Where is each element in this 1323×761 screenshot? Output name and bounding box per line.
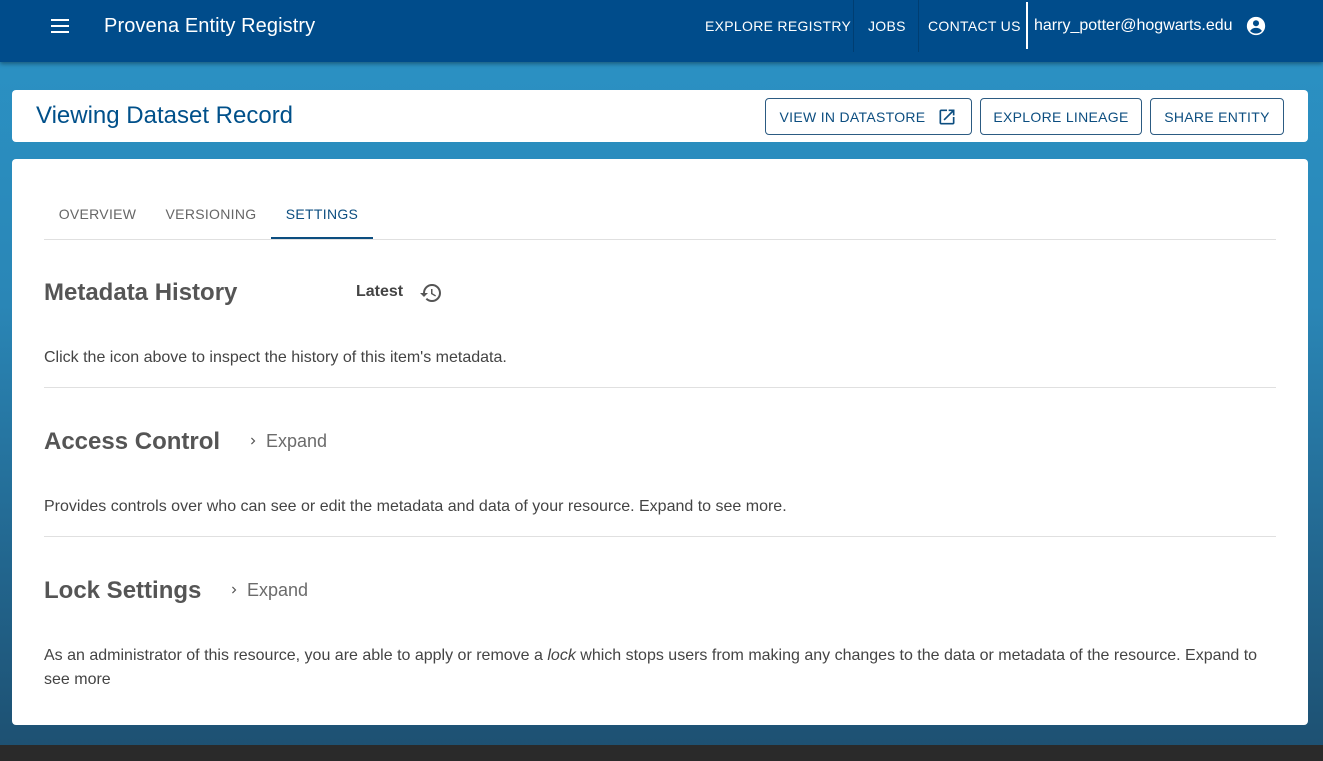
nav-explore-registry[interactable]: EXPLORE REGISTRY <box>705 0 851 52</box>
nav-contact-us[interactable]: CONTACT US <box>928 0 1021 52</box>
active-tab-indicator <box>271 237 373 239</box>
view-in-datastore-button[interactable]: VIEW IN DATASTORE <box>765 98 972 135</box>
metadata-history-description: Click the icon above to inspect the hist… <box>44 349 507 366</box>
lock-settings-expand-label: Expand <box>247 580 309 600</box>
lock-settings-description-start: As an administrator of this resource, yo… <box>44 647 548 664</box>
section-divider <box>44 536 1276 537</box>
tab-versioning[interactable]: VERSIONING <box>151 189 271 239</box>
app-bar: Provena Entity Registry EXPLORE REGISTRY… <box>0 0 1323 62</box>
open-in-new-icon <box>937 107 957 127</box>
metadata-history-title: Metadata History <box>44 279 238 306</box>
chevron-right-icon <box>251 437 256 445</box>
lock-settings-title: Lock Settings <box>44 577 202 604</box>
access-control-expand-button[interactable]: Expand <box>246 429 327 453</box>
view-in-datastore-label: VIEW IN DATASTORE <box>779 108 926 125</box>
lock-emphasis: lock <box>547 647 576 664</box>
nav-divider <box>853 0 854 52</box>
lock-settings-expand-button[interactable]: Expand <box>227 578 308 602</box>
page-header-card: Viewing Dataset Record VIEW IN DATASTORE… <box>12 90 1308 142</box>
share-entity-button[interactable]: SHARE ENTITY <box>1150 98 1284 135</box>
access-control-description: Provides controls over who can see or ed… <box>44 498 787 515</box>
lock-settings-description: As an administrator of this resource, yo… <box>44 644 1276 692</box>
tab-bar: OVERVIEW VERSIONING SETTINGS <box>44 189 1276 240</box>
history-icon[interactable] <box>419 281 443 305</box>
tab-settings[interactable]: SETTINGS <box>271 189 373 239</box>
menu-icon[interactable] <box>44 13 76 41</box>
metadata-version-label: Latest <box>356 283 404 300</box>
nav-jobs[interactable]: JOBS <box>868 0 906 52</box>
user-email[interactable]: harry_potter@hogwarts.edu <box>1034 16 1233 36</box>
main-content-card: OVERVIEW VERSIONING SETTINGS Metadata Hi… <box>12 159 1308 725</box>
nav-divider <box>918 0 919 52</box>
access-control-title: Access Control <box>44 428 221 455</box>
nav-divider <box>1026 2 1028 49</box>
page-title: Viewing Dataset Record <box>36 102 294 129</box>
app-title[interactable]: Provena Entity Registry <box>104 14 315 38</box>
account-circle-icon[interactable] <box>1245 15 1267 37</box>
section-divider <box>44 387 1276 388</box>
access-control-expand-label: Expand <box>266 431 328 451</box>
chevron-right-icon <box>232 586 237 594</box>
tab-overview[interactable]: OVERVIEW <box>44 189 151 239</box>
footer-band <box>0 745 1323 761</box>
explore-lineage-button[interactable]: EXPLORE LINEAGE <box>980 98 1142 135</box>
